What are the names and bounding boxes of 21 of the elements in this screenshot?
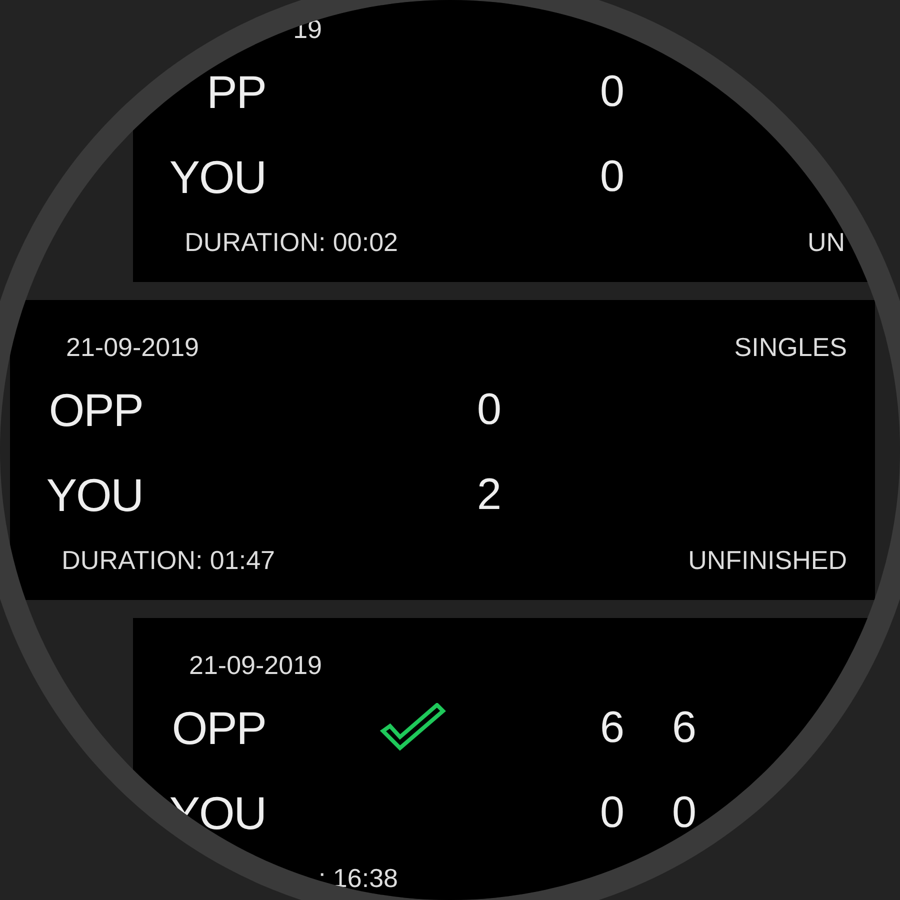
match-card[interactable]: 21-09-2019 SINGLES OPP 0 YOU 2 DURATION: 01:47 UNFINISHED [10, 300, 875, 600]
set-score: 0 [600, 152, 624, 202]
set-score: 0 [600, 788, 624, 838]
set-score: 0 [672, 788, 696, 838]
match-duration: DURATION: 00:02 [184, 226, 398, 258]
match-date: 21-09-2019 [65, 332, 199, 362]
match-status: UN [807, 226, 845, 258]
player-name: OPP [48, 382, 143, 436]
player-name: YOU [45, 468, 143, 522]
set-score: 0 [477, 384, 501, 434]
set-score: 0 [600, 66, 624, 116]
player-name: OPP [170, 700, 266, 754]
set-score: 6 [600, 702, 624, 752]
match-type: SINGLES [734, 332, 847, 362]
match-status: UNFINISHED [688, 544, 847, 576]
player-name: YOU [168, 150, 266, 204]
set-score: 2 [477, 470, 501, 520]
match-duration: DURATION: 01:47 [60, 544, 275, 576]
player-name: PP [206, 64, 266, 118]
match-date: 21-09-2019 [188, 650, 322, 680]
set-score: 6 [672, 702, 696, 752]
